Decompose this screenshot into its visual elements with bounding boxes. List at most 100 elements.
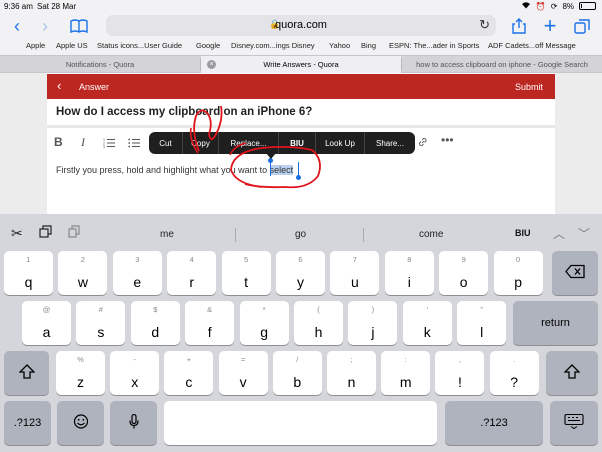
- shift-key-left[interactable]: [4, 351, 49, 395]
- key-u[interactable]: 7u: [330, 251, 380, 295]
- key-a[interactable]: @ a: [22, 301, 71, 345]
- suggestion-item[interactable]: come: [419, 229, 443, 240]
- tab-google-search[interactable]: how to access clipboard on iphone - Goog…: [402, 56, 602, 73]
- key-secondary-label: ,: [458, 355, 461, 364]
- key-v[interactable]: = v: [218, 351, 268, 395]
- key-primary-label: n: [347, 374, 356, 390]
- key-l[interactable]: " l: [457, 301, 507, 345]
- chevron-up-icon[interactable]: ︿: [553, 225, 565, 242]
- key-n[interactable]: ; n: [327, 351, 376, 395]
- bulleted-list-icon[interactable]: [128, 137, 141, 151]
- delete-key[interactable]: [552, 251, 598, 295]
- key-secondary-label: -: [133, 355, 136, 364]
- answer-text[interactable]: Firstly you press, hold and highlight wh…: [56, 165, 294, 175]
- tab-write-answers[interactable]: × Write Answers - Quora: [201, 56, 401, 73]
- key-c[interactable]: + c: [164, 351, 214, 395]
- chevron-down-icon[interactable]: ﹀: [578, 225, 590, 242]
- key-y[interactable]: 6y: [276, 251, 325, 295]
- close-tab-icon[interactable]: ×: [207, 60, 216, 69]
- key-p[interactable]: 0p: [493, 251, 543, 295]
- cut-menu-item[interactable]: Cut: [149, 132, 183, 154]
- key-primary-label: c: [185, 374, 193, 390]
- bold-button[interactable]: B: [54, 135, 63, 149]
- reload-icon[interactable]: ↻: [479, 17, 490, 33]
- new-tab-plus-icon[interactable]: +: [539, 13, 561, 38]
- back-arrow-icon[interactable]: ‹: [57, 78, 61, 93]
- bookmark-item[interactable]: Status icons...User Guide: [97, 41, 182, 50]
- space-bar[interactable]: [164, 401, 437, 445]
- selected-text[interactable]: select: [269, 165, 294, 175]
- copy-icon[interactable]: [39, 225, 52, 241]
- biu-menu-item[interactable]: BIU: [279, 132, 316, 154]
- key-![interactable]: ,!: [435, 351, 485, 395]
- status-time: 9:36 am: [4, 2, 33, 11]
- shift-key-right[interactable]: [546, 351, 598, 395]
- share-menu-item[interactable]: Share...: [365, 132, 415, 154]
- key-i[interactable]: 8i: [384, 251, 434, 295]
- replace-menu-item[interactable]: Replace...: [219, 132, 279, 154]
- format-biu-button[interactable]: BIU: [515, 228, 531, 238]
- back-chevron-icon[interactable]: ‹: [6, 16, 28, 36]
- numbered-list-icon[interactable]: 123: [103, 137, 116, 151]
- suggestion-item[interactable]: me: [160, 229, 174, 240]
- key-primary-label: i: [407, 274, 411, 290]
- key-j[interactable]: ) j: [348, 301, 398, 345]
- key-f[interactable]: & f: [185, 301, 235, 345]
- more-dots-icon[interactable]: •••: [441, 133, 454, 147]
- copy-menu-item[interactable]: Copy: [183, 132, 219, 154]
- bookmark-item[interactable]: Apple US: [56, 41, 88, 50]
- bookmark-item[interactable]: Bing: [361, 41, 376, 50]
- scissors-cut-icon[interactable]: ✂: [11, 225, 23, 242]
- key-?[interactable]: .?: [489, 351, 539, 395]
- numbers-key-right[interactable]: .?123: [445, 401, 543, 445]
- selection-end-handle[interactable]: [296, 175, 301, 180]
- italic-button[interactable]: I: [81, 135, 85, 150]
- key-s[interactable]: # s: [76, 301, 126, 345]
- key-secondary-label: *: [262, 305, 266, 314]
- status-bar: 9:36 am Sat 28 Mar ⏰ ⟳ 8%: [0, 0, 602, 12]
- look-up-menu-item[interactable]: Look Up: [316, 132, 365, 154]
- key-z[interactable]: % z: [56, 351, 105, 395]
- key-g[interactable]: * g: [239, 301, 289, 345]
- paste-icon[interactable]: [68, 225, 80, 241]
- share-icon[interactable]: [508, 16, 530, 36]
- key-o[interactable]: 9o: [439, 251, 489, 295]
- selection-start-line: [270, 162, 271, 176]
- bookmark-item[interactable]: Google: [196, 41, 220, 50]
- bookmark-item[interactable]: Disney.com...ings Disney: [231, 41, 315, 50]
- key-h[interactable]: (h: [294, 301, 343, 345]
- address-bar[interactable]: 🔒 quora.com ↻: [106, 15, 496, 36]
- hide-keyboard-key[interactable]: [550, 401, 598, 445]
- numbers-key-left[interactable]: .?123: [4, 401, 51, 445]
- key-secondary-label: =: [240, 355, 246, 364]
- key-q[interactable]: 1q: [4, 251, 53, 295]
- key-k[interactable]: ' k: [402, 301, 452, 345]
- bookmark-item[interactable]: Apple: [26, 41, 45, 50]
- emoji-key[interactable]: [57, 401, 104, 445]
- return-key[interactable]: return: [513, 301, 598, 345]
- bookmark-item[interactable]: Yahoo: [329, 41, 350, 50]
- key-b[interactable]: / b: [272, 351, 322, 395]
- key-x[interactable]: -x: [110, 351, 160, 395]
- bookmark-item[interactable]: ADF Cadets...off Message: [488, 41, 576, 50]
- orientation-lock-icon: ⟳: [550, 1, 558, 11]
- browser-toolbar: ‹ › 🔒 quora.com ↻ +: [0, 12, 602, 40]
- key-w[interactable]: 2w: [58, 251, 108, 295]
- key-m[interactable]: :m: [381, 351, 431, 395]
- link-icon[interactable]: [417, 136, 429, 151]
- key-primary-label: s: [97, 324, 105, 340]
- key-r[interactable]: 4r: [167, 251, 217, 295]
- bookmarks-book-icon[interactable]: [68, 16, 90, 36]
- forward-chevron-icon[interactable]: ›: [34, 16, 56, 36]
- key-secondary-label: 8: [407, 255, 412, 264]
- key-e[interactable]: 3e: [112, 251, 162, 295]
- key-primary-label: p: [514, 274, 522, 290]
- submit-button[interactable]: Submit: [515, 82, 543, 92]
- suggestion-item[interactable]: go: [295, 229, 306, 240]
- tab-notifications[interactable]: Notifications - Quora: [0, 56, 200, 73]
- tabs-overview-icon[interactable]: [571, 16, 593, 36]
- key-t[interactable]: 5t: [221, 251, 271, 295]
- key-d[interactable]: $ d: [130, 301, 180, 345]
- bookmark-item[interactable]: ESPN: The...ader in Sports: [389, 41, 479, 50]
- dictation-key[interactable]: [110, 401, 157, 445]
